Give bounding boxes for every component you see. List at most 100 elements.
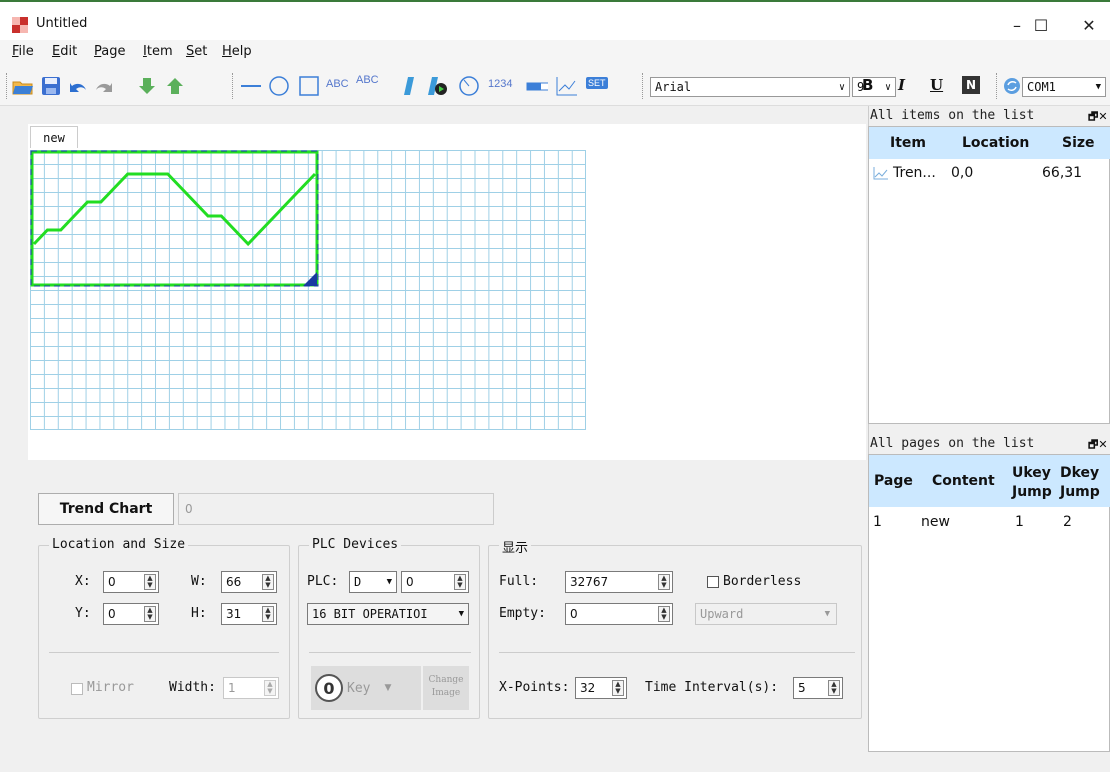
open-icon[interactable] [12,75,34,97]
pages-header-ujump[interactable]: Jump [1012,484,1052,500]
normal-button[interactable]: N [962,76,980,94]
dynamic-text-tool[interactable]: ABC [356,74,379,86]
spin-arrows-icon: ▲ ▼ [612,680,624,696]
bit-lamp-icon[interactable] [398,75,420,97]
bar-graph-icon[interactable] [526,75,548,97]
key-zero-icon: 0 [315,674,343,702]
spin-arrows-icon: ▲ ▼ [828,680,840,696]
spin-arrows-icon: ▲ ▼ [454,574,466,590]
mirror-checkbox[interactable] [71,683,83,695]
trend-line [32,172,317,247]
panel-float-close-icon[interactable]: 🗗✕ [1088,108,1108,127]
font-size-select[interactable]: 9 ∨ [852,77,896,97]
move-up-icon[interactable] [164,75,186,97]
panel-float-close-icon[interactable]: 🗗✕ [1088,436,1108,455]
menu-edit[interactable]: Edit [52,44,77,59]
meter-icon[interactable] [458,75,480,97]
mirror-label: Mirror [87,680,134,695]
items-header-size[interactable]: Size [1062,135,1095,151]
items-header-location[interactable]: Location [962,135,1029,151]
empty-input[interactable]: 0 ▲ ▼ [565,603,673,625]
items-header-item[interactable]: Item [890,135,926,151]
save-icon[interactable] [40,75,62,97]
h-input[interactable]: 31 ▲ ▼ [221,603,277,625]
spin-arrows-icon: ▲ ▼ [144,574,156,590]
italic-button[interactable]: I [898,76,905,94]
menu-page[interactable]: Page [94,44,125,59]
plc-address-input[interactable]: 0 ▲ ▼ [401,571,469,593]
bit-button-icon[interactable] [426,75,448,97]
x-points-input[interactable]: 32 ▲ ▼ [575,677,627,699]
time-interval-input[interactable]: 5 ▲ ▼ [793,677,843,699]
underline-button[interactable]: U [930,76,943,94]
empty-label: Empty: [499,606,546,621]
plc-devices-legend: PLC Devices [309,537,402,552]
h-label: H: [191,606,207,621]
x-input[interactable]: 0 ▲ ▼ [103,571,159,593]
location-size-group: Location and Size X: 0 ▲ ▼ W: 66 ▲ ▼ Y: 0 ▲ ▼ … [38,537,290,719]
circle-tool-icon[interactable] [268,75,290,97]
toolbar: ABC ABC 1234 SET [0,64,1110,106]
page-cell: 1 [873,514,882,530]
plc-devices-group: PLC Devices PLC: D ▼ 0 ▲ ▼ 16 BIT OPERATIOI… [298,537,480,719]
pages-header-djump[interactable]: Jump [1060,484,1100,500]
x-points-label: X-Points: [499,680,570,695]
items-panel-title: All items on the list [870,108,1035,123]
location-size-legend: Location and Size [49,537,189,552]
window-title: Untitled [36,16,88,31]
resize-handle[interactable] [303,272,317,286]
rectangle-tool-icon[interactable] [298,75,320,97]
width-label: Width: [169,680,216,695]
menu-file[interactable]: File [12,44,34,59]
menu-item[interactable]: Item [143,44,173,59]
redo-icon[interactable] [94,75,116,97]
y-label: Y: [75,606,91,621]
text-tool[interactable]: ABC [326,78,349,90]
full-input[interactable]: 32767 ▲ ▼ [565,571,673,593]
trend-chart-icon[interactable] [556,75,578,97]
spin-arrows-icon: ▲ ▼ [658,606,670,622]
menu-set[interactable]: Set [186,44,207,59]
table-row[interactable]: 1 new 1 2 [869,508,1110,536]
line-tool-icon[interactable] [240,75,262,97]
item-type-button[interactable]: Trend Chart [38,493,174,525]
set-tool[interactable]: SET [586,77,608,89]
menu-help[interactable]: Help [222,44,252,59]
key-select[interactable]: 0 Key ▼ [311,666,421,710]
spin-arrows-icon: ▲ ▼ [658,574,670,590]
trend-chart-icon [873,167,888,180]
pages-header-dkey[interactable]: Dkey [1060,465,1099,481]
port-select[interactable]: COM1 ▼ [1022,77,1106,97]
w-input[interactable]: 66 ▲ ▼ [221,571,277,593]
direction-select[interactable]: Upward ▼ [695,603,837,625]
pages-panel-title: All pages on the list [870,436,1035,451]
item-cell: Tren... [893,165,936,181]
time-interval-label: Time Interval(s): [645,680,779,695]
item-value-field[interactable]: 0 [178,493,494,525]
communication-icon[interactable] [1002,76,1022,96]
trend-chart-widget[interactable] [30,150,320,290]
close-button[interactable]: ✕ [1066,10,1110,40]
font-name-select[interactable]: Arial ∨ [650,77,850,97]
width-input[interactable]: 1 ▲ ▼ [223,677,279,699]
spin-arrows-icon: ▲ ▼ [144,606,156,622]
operation-select[interactable]: 16 BIT OPERATIOI ▼ [307,603,469,625]
x-label: X: [75,574,91,589]
pages-header-content[interactable]: Content [932,473,995,489]
numeric-tool[interactable]: 1234 [488,78,512,90]
display-legend: 显示 [499,537,532,556]
bold-button[interactable]: B [862,76,873,94]
pages-header-ukey[interactable]: Ukey [1012,465,1051,481]
move-down-icon[interactable] [136,75,158,97]
borderless-checkbox[interactable] [707,576,719,588]
pages-header-page[interactable]: Page [874,473,913,489]
content-cell: new [921,514,950,530]
maximize-button[interactable]: ☐ [1018,10,1064,40]
change-image-button[interactable]: Change Image [423,666,469,710]
spin-arrows-icon: ▲ ▼ [262,574,274,590]
tab-page-new[interactable]: new [30,126,78,148]
y-input[interactable]: 0 ▲ ▼ [103,603,159,625]
plc-device-select[interactable]: D ▼ [349,571,397,593]
undo-icon[interactable] [66,75,88,97]
table-row[interactable]: Tren... 0,0 66,31 [869,160,1110,188]
